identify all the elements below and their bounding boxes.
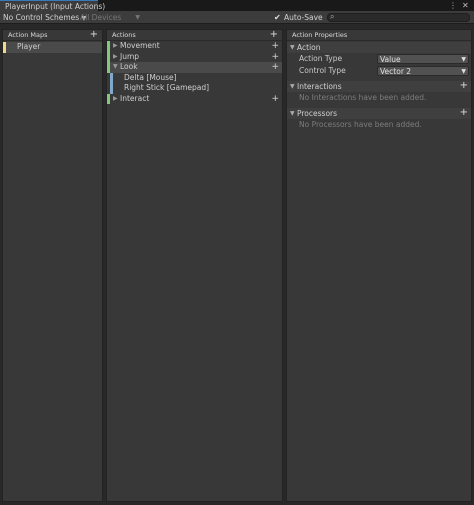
devices-dropdown[interactable]: All Devices ▼ bbox=[80, 11, 140, 24]
action-label: Jump bbox=[120, 51, 140, 61]
action-map-item-player[interactable]: Player bbox=[3, 42, 102, 53]
binding-label: Right Stick [Gamepad] bbox=[124, 83, 210, 92]
action-item-jump[interactable]: ▶ Jump + bbox=[107, 51, 282, 63]
window-tab-title: PlayerInput (Input Actions) bbox=[5, 2, 106, 11]
window-titlebar: PlayerInput (Input Actions) ⋮ ✕ bbox=[0, 0, 474, 11]
add-binding-button[interactable]: + bbox=[271, 52, 279, 62]
add-binding-button[interactable]: + bbox=[271, 94, 279, 104]
collapse-arrow-icon[interactable]: ▼ bbox=[113, 62, 118, 73]
add-binding-button[interactable]: + bbox=[271, 41, 279, 51]
action-section-header[interactable]: ▼ Action bbox=[287, 42, 471, 53]
auto-save-label: Auto-Save bbox=[284, 13, 323, 22]
checkbox-icon[interactable]: ✔ bbox=[274, 14, 282, 22]
action-label: Interact bbox=[120, 93, 150, 103]
processors-empty-message: No Processors have been added. bbox=[299, 120, 422, 129]
interactions-section-title: Interactions bbox=[297, 82, 342, 91]
interactions-section-header[interactable]: ▼ Interactions + bbox=[287, 80, 471, 92]
control-type-value: Vector 2 bbox=[380, 67, 412, 76]
kebab-icon[interactable]: ⋮ bbox=[449, 0, 457, 11]
control-type-label: Control Type bbox=[299, 66, 346, 75]
action-label: Movement bbox=[120, 41, 160, 50]
add-binding-button[interactable]: + bbox=[271, 62, 279, 72]
action-color-bar bbox=[107, 41, 110, 52]
add-action-button[interactable]: + bbox=[270, 29, 278, 40]
action-maps-header: Action Maps + bbox=[3, 29, 102, 41]
action-maps-title: Action Maps bbox=[8, 31, 48, 39]
editor-toolbar: No Control Schemes ▼ All Devices ▼ ✔ Auto… bbox=[0, 11, 474, 24]
action-map-label: Player bbox=[17, 42, 41, 51]
add-processor-button[interactable]: + bbox=[460, 107, 468, 118]
control-type-row: Control Type Vector 2 ▼ bbox=[287, 65, 471, 77]
search-icon: ⌕ bbox=[330, 12, 335, 21]
action-type-label: Action Type bbox=[299, 54, 343, 63]
collapse-arrow-icon: ▼ bbox=[290, 44, 295, 51]
collapse-arrow-icon: ▼ bbox=[290, 83, 295, 90]
actions-pane: Actions + ▶ Movement + ▶ Jump + ▼ Look +… bbox=[106, 29, 283, 502]
processors-section-header[interactable]: ▼ Processors + bbox=[287, 107, 471, 119]
control-scheme-label: No Control Schemes bbox=[3, 13, 80, 22]
chevron-down-icon: ▼ bbox=[461, 56, 466, 63]
binding-label: Delta [Mouse] bbox=[124, 72, 177, 82]
processors-section-title: Processors bbox=[297, 109, 338, 118]
interactions-empty-message: No Interactions have been added. bbox=[299, 93, 427, 102]
action-label: Look bbox=[120, 62, 138, 71]
action-color-bar bbox=[107, 62, 110, 73]
chevron-down-icon: ▼ bbox=[135, 14, 140, 21]
action-item-look[interactable]: ▼ Look + bbox=[107, 62, 282, 73]
action-item-movement[interactable]: ▶ Movement + bbox=[107, 41, 282, 52]
expand-arrow-icon[interactable]: ▶ bbox=[113, 94, 118, 105]
expand-arrow-icon[interactable]: ▶ bbox=[113, 52, 118, 63]
auto-save-toggle[interactable]: ✔ Auto-Save bbox=[274, 11, 323, 24]
binding-item-right-stick[interactable]: Right Stick [Gamepad] bbox=[107, 83, 282, 94]
action-type-value: Value bbox=[380, 55, 401, 64]
devices-label: All Devices bbox=[80, 13, 122, 22]
action-properties-pane: Action Properties ▼ Action Action Type V… bbox=[286, 29, 472, 502]
search-input[interactable]: ⌕ bbox=[327, 12, 470, 22]
actions-title: Actions bbox=[112, 31, 136, 39]
properties-title: Action Properties bbox=[292, 31, 348, 39]
properties-header: Action Properties bbox=[287, 30, 471, 41]
binding-color-bar bbox=[110, 83, 113, 94]
action-color-bar bbox=[107, 93, 110, 104]
add-action-map-button[interactable]: + bbox=[90, 29, 98, 40]
control-type-dropdown[interactable]: Vector 2 ▼ bbox=[377, 66, 469, 76]
action-maps-pane: Action Maps + Player bbox=[2, 29, 103, 502]
action-map-color-bar bbox=[3, 42, 6, 53]
action-type-dropdown[interactable]: Value ▼ bbox=[377, 54, 469, 64]
window-tab[interactable]: PlayerInput (Input Actions) bbox=[0, 0, 105, 11]
collapse-arrow-icon: ▼ bbox=[290, 110, 295, 117]
close-icon[interactable]: ✕ bbox=[462, 0, 469, 11]
action-item-interact[interactable]: ▶ Interact + bbox=[107, 93, 282, 105]
action-color-bar bbox=[107, 51, 110, 62]
add-interaction-button[interactable]: + bbox=[460, 80, 468, 91]
binding-color-bar bbox=[110, 72, 113, 83]
expand-arrow-icon[interactable]: ▶ bbox=[113, 41, 118, 52]
actions-header: Actions + bbox=[107, 29, 282, 41]
binding-item-delta-mouse[interactable]: Delta [Mouse] bbox=[107, 72, 282, 83]
action-section-title: Action bbox=[297, 43, 321, 52]
control-scheme-dropdown[interactable]: No Control Schemes ▼ bbox=[3, 11, 86, 25]
action-type-row: Action Type Value ▼ bbox=[287, 53, 471, 65]
chevron-down-icon: ▼ bbox=[461, 68, 466, 75]
